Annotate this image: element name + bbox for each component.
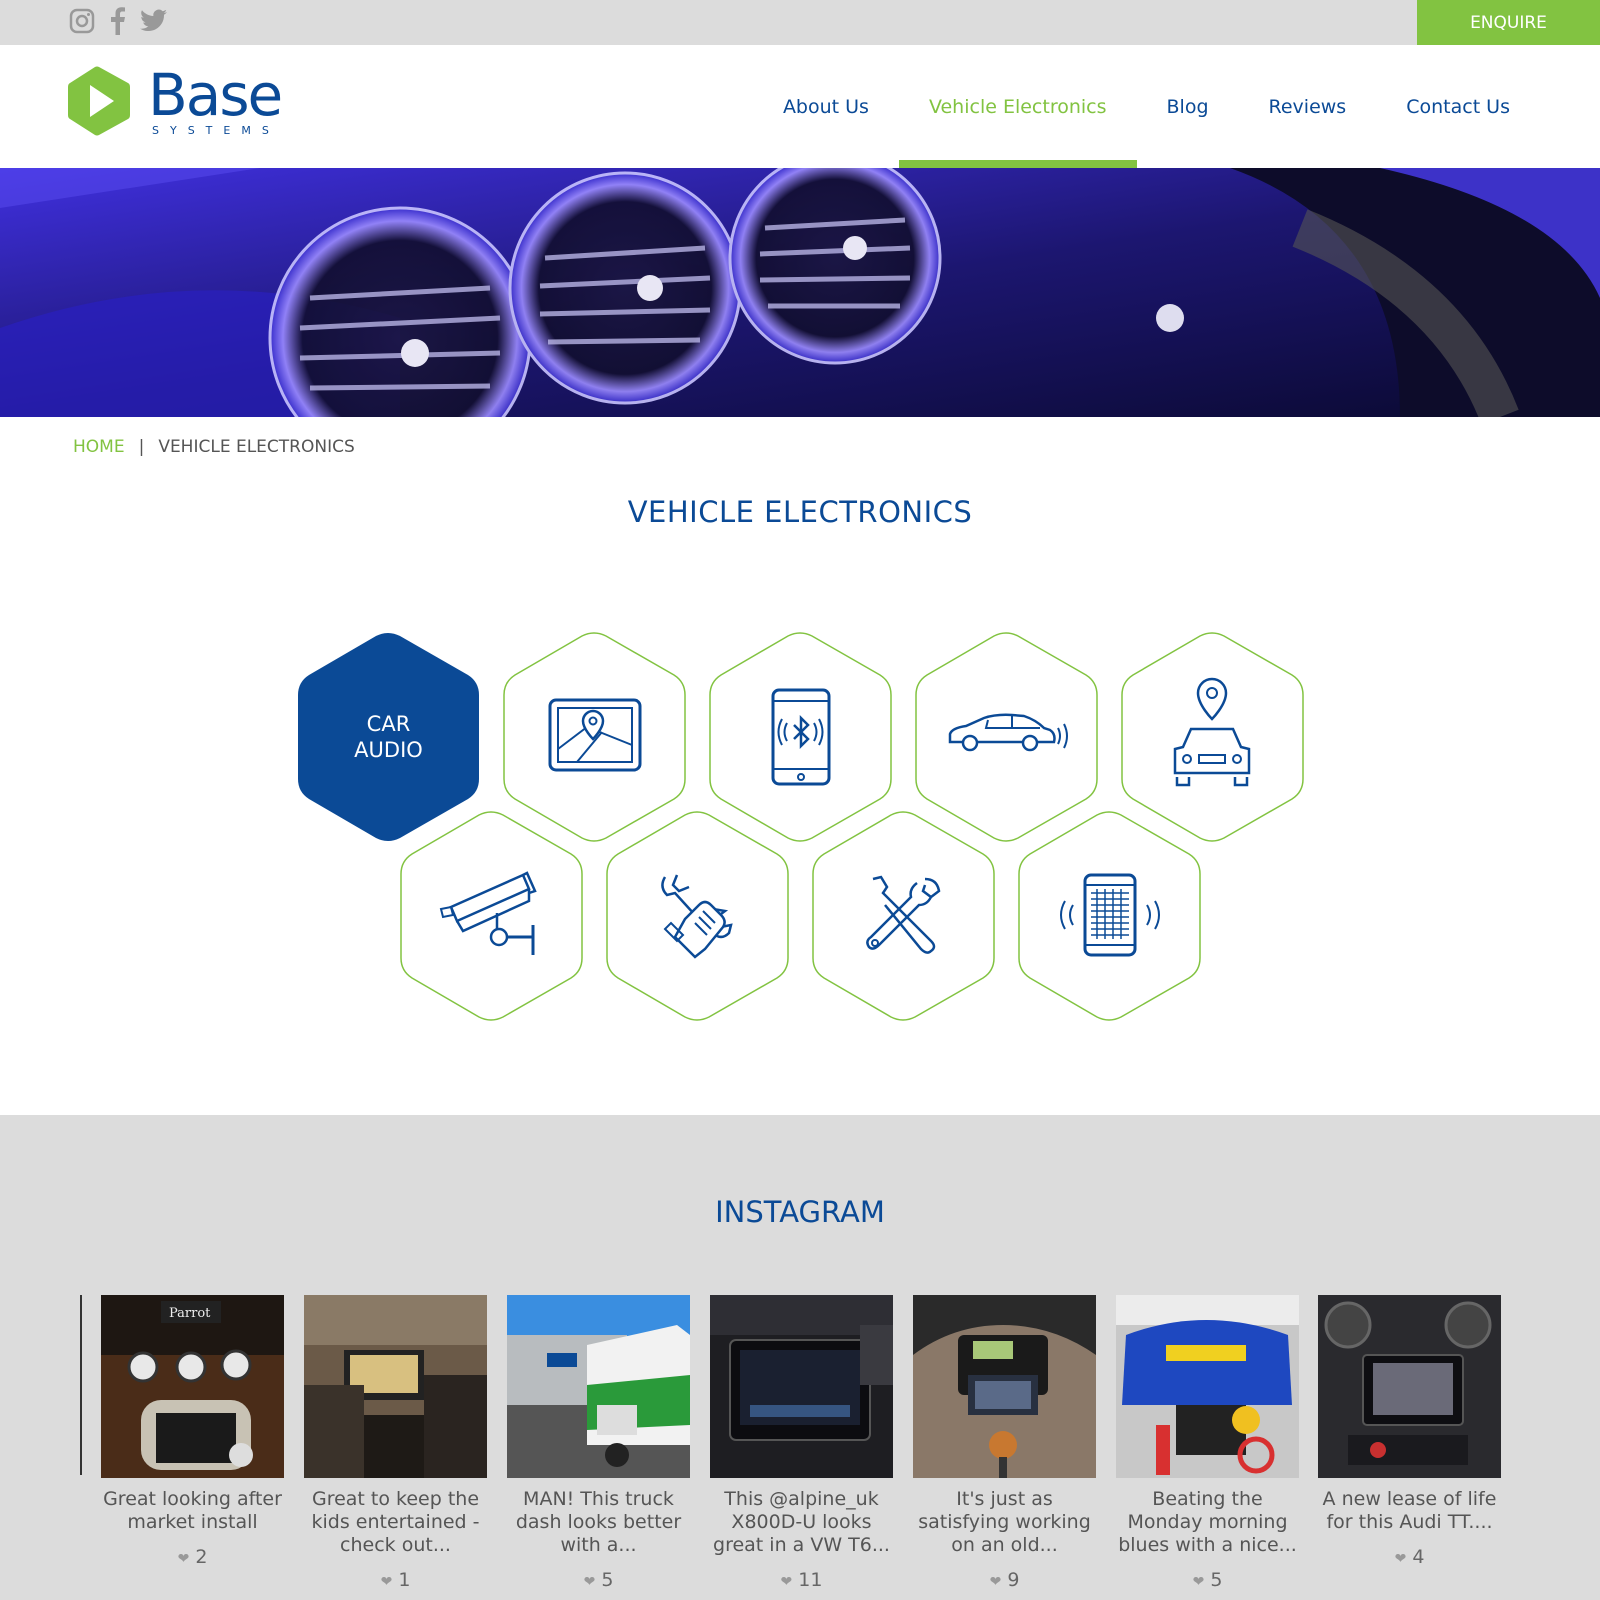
post-photo-audi-tt: [1318, 1295, 1501, 1478]
post-caption: MAN! This truck dash looks better with a…: [515, 1488, 682, 1556]
carousel-edge: [80, 1295, 82, 1475]
nav-vehicle-electronics[interactable]: Vehicle Electronics: [898, 45, 1137, 168]
post-likes: ❤ 5: [1116, 1569, 1299, 1591]
hand-wrench-icon: [661, 874, 733, 959]
social-links: [68, 6, 168, 36]
instagram-section: INSTAGRAM Parrot Great looking after mar…: [0, 1115, 1600, 1600]
like-count: 1: [398, 1569, 411, 1591]
like-count: 5: [1210, 1569, 1223, 1591]
post-photo-blue-car: [1116, 1295, 1299, 1478]
hero-image-car-vents: [0, 168, 1600, 417]
page-title: VEHICLE ELECTRONICS: [627, 495, 973, 529]
site-logo[interactable]: Base SYSTEMS: [66, 60, 283, 137]
hex-phone-signal[interactable]: [1017, 811, 1202, 1021]
instagram-post[interactable]: MAN! This truck dash looks better with a…: [507, 1295, 690, 1591]
instagram-post[interactable]: It's just as satisfying working on an ol…: [913, 1295, 1096, 1591]
gps-navigation-icon: [548, 698, 642, 772]
logo-hexagon-play-icon: [68, 66, 130, 136]
post-photo-headrest-screen: [304, 1295, 487, 1478]
post-likes: ❤ 2: [101, 1546, 284, 1568]
instagram-post[interactable]: Beating the Monday morning blues with a …: [1116, 1295, 1299, 1591]
tools-icon: [866, 875, 941, 954]
top-bar: ENQUIRE: [0, 0, 1600, 45]
like-count: 4: [1412, 1546, 1425, 1568]
instagram-post[interactable]: Parrot Great looking after market instal…: [101, 1295, 284, 1568]
like-count: 2: [195, 1546, 208, 1568]
post-likes: ❤ 1: [304, 1569, 487, 1591]
logo-subtitle: SYSTEMS: [152, 123, 280, 137]
post-photo-old-car-dash: [913, 1295, 1096, 1478]
post-caption: Great to keep the kids entertained - che…: [311, 1488, 480, 1556]
heart-icon: ❤: [177, 1551, 190, 1567]
like-count: 9: [1007, 1569, 1020, 1591]
hex-cctv[interactable]: [399, 811, 584, 1021]
like-count: 11: [798, 1569, 823, 1591]
post-likes: ❤ 5: [507, 1569, 690, 1591]
enquire-button[interactable]: ENQUIRE: [1417, 0, 1600, 45]
breadcrumb-separator: |: [138, 437, 145, 457]
site-header: Base SYSTEMS About Us Vehicle Electronic…: [0, 45, 1600, 168]
twitter-icon[interactable]: [140, 6, 168, 36]
svg-text:Parrot: Parrot: [169, 1306, 211, 1321]
phone-signal-icon: [1060, 873, 1160, 957]
post-likes: ❤ 4: [1318, 1546, 1501, 1568]
main-nav: About Us Vehicle Electronics Blog Review…: [753, 45, 1540, 168]
breadcrumb: HOME | VEHICLE ELECTRONICS: [73, 437, 355, 457]
heart-icon: ❤: [780, 1574, 793, 1590]
facebook-icon[interactable]: [104, 6, 132, 36]
nav-contact-us[interactable]: Contact Us: [1376, 45, 1540, 168]
instagram-post[interactable]: This @alpine_uk X800D-U looks great in a…: [710, 1295, 893, 1591]
post-photo-parrot-dash: Parrot: [101, 1295, 284, 1478]
nav-blog[interactable]: Blog: [1137, 45, 1239, 168]
nav-about-us[interactable]: About Us: [753, 45, 899, 168]
post-caption: A new lease of life for this Audi TT....: [1322, 1488, 1497, 1533]
breadcrumb-current: VEHICLE ELECTRONICS: [158, 437, 355, 457]
car-tracking-icon: [1173, 677, 1251, 787]
post-likes: ❤ 9: [913, 1569, 1096, 1591]
hex-tools[interactable]: [811, 811, 996, 1021]
heart-icon: ❤: [583, 1574, 596, 1590]
like-count: 5: [601, 1569, 614, 1591]
category-hex-grid: CAR AUDIO: [0, 620, 1600, 1021]
post-caption: Great looking after market install: [103, 1488, 282, 1533]
breadcrumb-home-link[interactable]: HOME: [73, 437, 125, 457]
nav-reviews[interactable]: Reviews: [1239, 45, 1377, 168]
hex-hand-wrench[interactable]: [605, 811, 790, 1021]
heart-icon: ❤: [380, 1574, 393, 1590]
post-likes: ❤ 11: [710, 1569, 893, 1591]
instagram-title: INSTAGRAM: [715, 1195, 885, 1229]
heart-icon: ❤: [1394, 1551, 1407, 1567]
instagram-post[interactable]: A new lease of life for this Audi TT....…: [1318, 1295, 1501, 1568]
car-sensor-icon: [948, 713, 1068, 752]
bluetooth-phone-icon: [771, 688, 831, 786]
post-caption: This @alpine_uk X800D-U looks great in a…: [713, 1488, 890, 1556]
heart-icon: ❤: [989, 1574, 1002, 1590]
heart-icon: ❤: [1192, 1574, 1205, 1590]
cctv-camera-icon: [439, 871, 537, 955]
post-caption: Beating the Monday morning blues with a …: [1118, 1488, 1297, 1556]
logo-wordmark: Base: [148, 60, 283, 129]
instagram-post[interactable]: Great to keep the kids entertained - che…: [304, 1295, 487, 1591]
post-photo-green-truck: [507, 1295, 690, 1478]
instagram-icon[interactable]: [68, 6, 96, 36]
post-photo-alpine-screen: [710, 1295, 893, 1478]
post-caption: It's just as satisfying working on an ol…: [918, 1488, 1091, 1556]
